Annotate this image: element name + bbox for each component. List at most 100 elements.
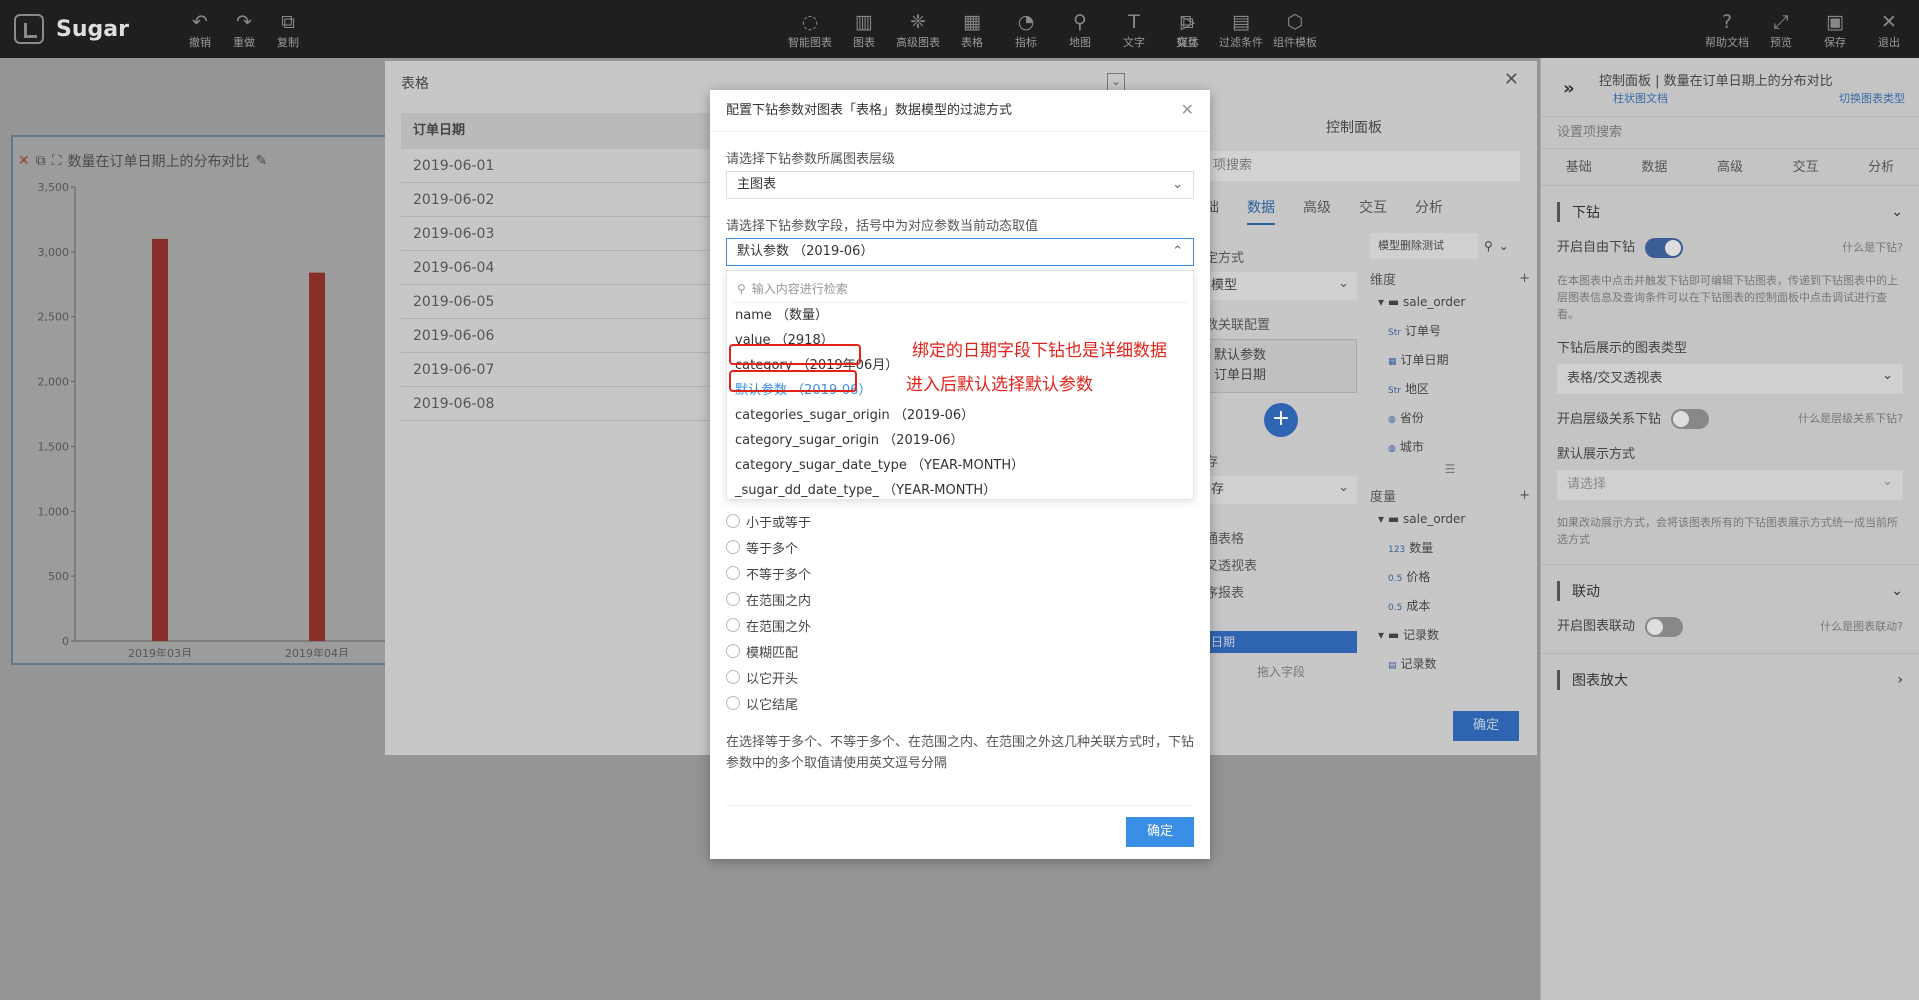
link-section-header[interactable]: 联动 ⌄ [1541, 581, 1919, 601]
chart-level-select[interactable]: 主图表 ⌄ [726, 171, 1194, 199]
close-icon[interactable]: ✕ [1181, 100, 1194, 119]
toolbar-insert-6-button[interactable]: T 文字 [1107, 10, 1161, 50]
link-help-link[interactable]: 什么是图表联动? [1820, 618, 1903, 634]
dropdown-search-input[interactable]: ⚲ 输入内容进行检索 [733, 275, 1187, 303]
measure-group[interactable]: ▾ ▬ sale_order [1370, 505, 1530, 534]
toolbar-action-3-button[interactable]: ✕ 退出 [1862, 10, 1916, 50]
toolbar-insert-2-button[interactable]: ❈ 高级图表 [891, 10, 945, 50]
filter-mode-radio[interactable]: 以它结尾 [726, 690, 811, 716]
toolbar-insert-3-icon: ▦ [963, 11, 981, 33]
add-measure-icon[interactable]: + [1519, 488, 1530, 503]
toolbar-insert-3-label: 表格 [961, 36, 983, 49]
dropdown-option[interactable]: categories_sugar_origin （2019-06） [727, 403, 1193, 428]
filter-mode-radio[interactable]: 小于或等于 [726, 508, 811, 534]
show-mode-description: 如果改动展示方式，会将该图表所有的下钻图表展示方式统一成当前所选方式 [1557, 516, 1898, 546]
param-field-value: 默认参数 （2019-06） [737, 244, 874, 259]
model-select[interactable]: 模型删除测试 [1370, 233, 1478, 259]
filter-mode-radio[interactable]: 不等于多个 [726, 560, 811, 586]
add-relation-button[interactable]: + [1264, 403, 1298, 437]
dropdown-option[interactable]: category_sugar_date_type （YEAR-MONTH） [727, 453, 1193, 478]
dialog-ok-button[interactable]: 确定 [1126, 817, 1194, 847]
add-dimension-icon[interactable]: + [1519, 271, 1530, 286]
toolbar-action-2-icon: ▣ [1826, 11, 1844, 33]
param-field-select[interactable]: 默认参数 （2019-06） ⌃ [726, 238, 1194, 266]
measure-field[interactable]: 0.5 成本 [1370, 592, 1530, 621]
toolbar-insert-0-button[interactable]: ◌ 智能图表 [783, 10, 837, 50]
toolbar-action-2-button[interactable]: ▣ 保存 [1808, 10, 1862, 50]
toolbar-edit-0-button[interactable]: ↶ 撤销 [178, 10, 222, 50]
date-field-chip[interactable]: 日期 [1205, 631, 1357, 653]
toolbar-action-0-button[interactable]: ? 帮助文档 [1700, 10, 1754, 50]
dimension-field[interactable]: ▦ 订单日期 [1370, 346, 1530, 375]
dimension-field[interactable]: Str 订单号 [1370, 317, 1530, 346]
toolbar-config-0-button[interactable]: ⧉ 交互 [1160, 10, 1214, 50]
app-logo[interactable]: Sugar [14, 14, 129, 44]
show-mode-select[interactable]: 请选择 [1557, 467, 1903, 500]
toolbar-action-1-button[interactable]: ⤢ 预览 [1754, 10, 1808, 50]
toolbar-edit-2-button[interactable]: ⧉ 复制 [266, 10, 310, 50]
collapse-panel-icon[interactable]: » [1563, 78, 1575, 99]
view-type-item[interactable]: 通表格 [1205, 528, 1357, 547]
table-panel-tab-4[interactable]: 分析 [1415, 197, 1443, 225]
rp-tab-4[interactable]: 分析 [1868, 149, 1894, 185]
dimension-field[interactable]: ◍ 城市 [1370, 433, 1530, 462]
collapse-icon[interactable]: ⌄ [1107, 73, 1125, 91]
dimension-field-type-icon: ◍ [1388, 444, 1396, 454]
dimension-field-label: 省份 [1399, 411, 1424, 425]
param-relation-box[interactable]: 默认参数 订单日期 [1205, 339, 1357, 393]
switch-chart-type-link[interactable]: 切换图表类型 [1839, 90, 1905, 106]
table-settings-search[interactable]: 项搜索 [1205, 151, 1520, 181]
toolbar-insert-1-button[interactable]: ▥ 图表 [837, 10, 891, 50]
drill-type-select[interactable]: 表格/交叉透视表 [1557, 361, 1903, 394]
dropdown-option[interactable]: name （数量） [727, 303, 1193, 328]
rp-tab-0[interactable]: 基础 [1566, 149, 1592, 185]
rp-tab-3[interactable]: 交互 [1793, 149, 1819, 185]
toolbar-insert-4-icon: ◔ [1017, 11, 1035, 33]
cache-select[interactable]: 存 [1205, 474, 1357, 504]
filter-mode-select[interactable]: 模型 [1205, 270, 1357, 300]
toolbar-config-1-button[interactable]: ▤ 过滤条件 [1214, 10, 1268, 50]
record-field[interactable]: ▤ 记录数 [1370, 650, 1530, 679]
toolbar-insert-5-button[interactable]: ⚲ 地图 [1053, 10, 1107, 50]
toolbar-config-2-button[interactable]: ⬡ 组件模板 [1268, 10, 1322, 50]
dimension-field[interactable]: Str 地区 [1370, 375, 1530, 404]
toolbar-insert-3-button[interactable]: ▦ 表格 [945, 10, 999, 50]
drill-section-header[interactable]: 下钻 ⌄ [1541, 202, 1919, 222]
free-drill-toggle[interactable] [1645, 237, 1684, 258]
settings-search-input[interactable]: 设置项搜索 [1541, 116, 1919, 148]
chart-doc-link[interactable]: 柱状图文档 [1613, 90, 1668, 106]
table-panel-tab-3[interactable]: 交互 [1359, 197, 1387, 225]
filter-mode-radio[interactable]: 等于多个 [726, 534, 811, 560]
search-icon[interactable]: ⚲ [1484, 239, 1493, 253]
close-icon[interactable]: ✕ [1504, 69, 1519, 90]
filter-mode-radio[interactable]: 以它开头 [726, 664, 811, 690]
filter-mode-radio[interactable]: 在范围之外 [726, 612, 811, 638]
dimension-field[interactable]: ◍ 省份 [1370, 404, 1530, 433]
level-drill-help-link[interactable]: 什么是层级关系下钻? [1798, 410, 1903, 426]
measure-field[interactable]: 0.5 价格 [1370, 563, 1530, 592]
relation-param: 默认参数 [1214, 348, 1267, 363]
table-panel-tab-1[interactable]: 数据 [1247, 197, 1275, 225]
zoom-section-header[interactable]: 图表放大 › [1541, 669, 1919, 690]
dropdown-option[interactable]: category_sugar_origin （2019-06） [727, 428, 1193, 453]
dimension-field-label: 订单号 [1404, 324, 1441, 338]
toolbar-edit-1-button[interactable]: ↷ 重做 [222, 10, 266, 50]
dropdown-option[interactable]: _sugar_dd_date_type_ （YEAR-MONTH） [727, 478, 1193, 503]
link-toggle[interactable] [1645, 616, 1684, 637]
table-modal-ok-button[interactable]: 确定 [1453, 711, 1519, 741]
dimension-group[interactable]: ▾ ▬ sale_order [1370, 288, 1530, 317]
filter-mode-radio[interactable]: 在范围之内 [726, 586, 811, 612]
record-group[interactable]: ▾ ▬ 记录数 [1370, 621, 1530, 650]
measure-field[interactable]: 123 数量 [1370, 534, 1530, 563]
filter-mode-radio[interactable]: 模糊匹配 [726, 638, 811, 664]
level-drill-toggle[interactable] [1671, 409, 1710, 429]
chevron-down-icon[interactable]: ⌄ [1499, 239, 1509, 253]
free-drill-help-link[interactable]: 什么是下钻? [1842, 239, 1903, 255]
table-panel-tab-2[interactable]: 高级 [1303, 197, 1331, 225]
view-type-item[interactable]: 叉透视表 [1205, 555, 1357, 574]
rp-tab-1[interactable]: 数据 [1641, 149, 1667, 185]
toolbar-insert-4-button[interactable]: ◔ 指标 [999, 10, 1053, 50]
rp-tab-2[interactable]: 高级 [1717, 149, 1743, 185]
view-type-item[interactable]: 序报表 [1205, 582, 1357, 601]
resize-handle-icon[interactable]: ☰ [1370, 462, 1530, 476]
